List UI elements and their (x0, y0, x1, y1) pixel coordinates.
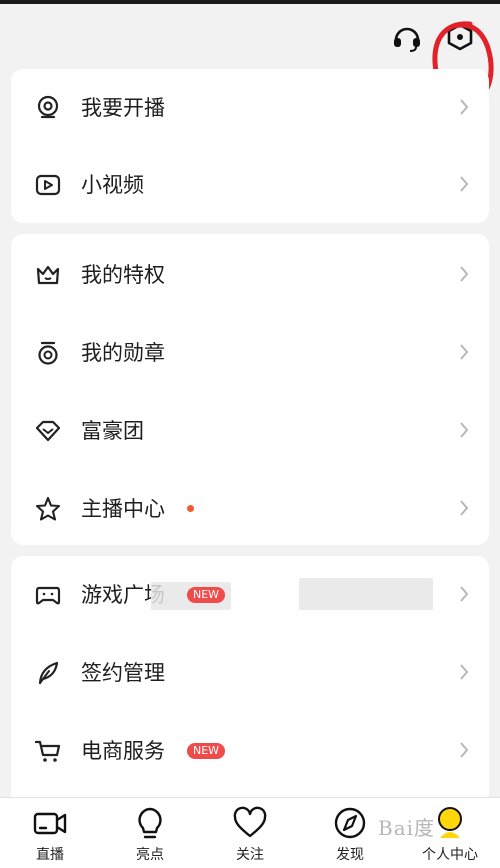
menu-card-live: 我要开播 小视频 (11, 69, 489, 223)
menu-item-vip-club[interactable]: 富豪团 (11, 392, 489, 470)
status-bar-edge (0, 0, 500, 4)
heart-icon (232, 806, 268, 840)
menu-item-label: 我要开播 (81, 96, 165, 120)
tab-label: 关注 (236, 847, 264, 863)
camera-icon (32, 806, 68, 840)
menu-item-label: 签约管理 (81, 661, 165, 685)
gamepad-icon (35, 582, 61, 608)
crown-icon (35, 262, 61, 288)
menu-item-contract-management[interactable]: 签约管理 (11, 634, 489, 712)
video-play-icon (35, 172, 61, 198)
menu-item-label: 小视频 (81, 173, 144, 197)
chevron-right-icon (460, 586, 469, 602)
chevron-right-icon (460, 742, 469, 758)
menu-item-privileges[interactable]: 我的特权 (11, 236, 489, 314)
cart-icon (34, 738, 61, 764)
feather-icon (35, 660, 61, 686)
live-camera-icon (35, 95, 61, 121)
bulb-icon (132, 806, 168, 840)
chevron-right-icon (460, 99, 469, 115)
watermark: Bai度 (378, 816, 436, 840)
tab-highlights[interactable]: 亮点 (100, 798, 200, 868)
menu-item-ecommerce[interactable]: 电商服务 NEW (11, 712, 489, 790)
menu-item-label: 富豪团 (81, 419, 144, 443)
chevron-right-icon (460, 664, 469, 680)
chevron-right-icon (460, 422, 469, 438)
tab-label: 直播 (36, 847, 64, 863)
menu-item-label: 电商服务 (81, 739, 165, 763)
menu-item-label: 我的特权 (81, 263, 165, 287)
tab-label: 个人中心 (422, 847, 478, 863)
tab-label: 亮点 (136, 847, 164, 863)
new-badge: NEW (187, 587, 226, 603)
menu-item-label: 我的勋章 (81, 341, 165, 365)
star-icon (35, 496, 61, 522)
chevron-right-icon (460, 344, 469, 360)
menu-item-short-video[interactable]: 小视频 (11, 146, 489, 224)
medal-icon (35, 340, 61, 366)
chevron-right-icon (460, 266, 469, 282)
tab-following[interactable]: 关注 (200, 798, 300, 868)
menu-item-label: 主播中心 (81, 497, 165, 521)
tab-live[interactable]: 直播 (0, 798, 100, 868)
chevron-right-icon (460, 500, 469, 516)
obscured-region (299, 578, 433, 610)
menu-item-go-live[interactable]: 我要开播 (11, 69, 489, 147)
menu-item-medals[interactable]: 我的勋章 (11, 314, 489, 392)
top-bar (0, 0, 500, 104)
headset-icon[interactable] (390, 20, 424, 54)
compass-icon (332, 806, 368, 840)
person-icon (432, 806, 468, 840)
menu-item-game-plaza[interactable]: 游戏广场 NEW (11, 556, 489, 634)
chevron-right-icon (460, 176, 469, 192)
diamond-icon (35, 418, 61, 444)
tab-label: 发现 (336, 847, 364, 863)
menu-card-services: 游戏广场 NEW 签约管理 电商服务 NEW (11, 556, 489, 806)
new-badge: NEW (187, 743, 226, 759)
menu-card-privileges: 我的特权 我的勋章 富豪团 主播中心 (11, 234, 489, 545)
menu-item-anchor-center[interactable]: 主播中心 (11, 470, 489, 548)
notification-dot (187, 505, 194, 512)
settings-icon[interactable] (443, 20, 477, 54)
